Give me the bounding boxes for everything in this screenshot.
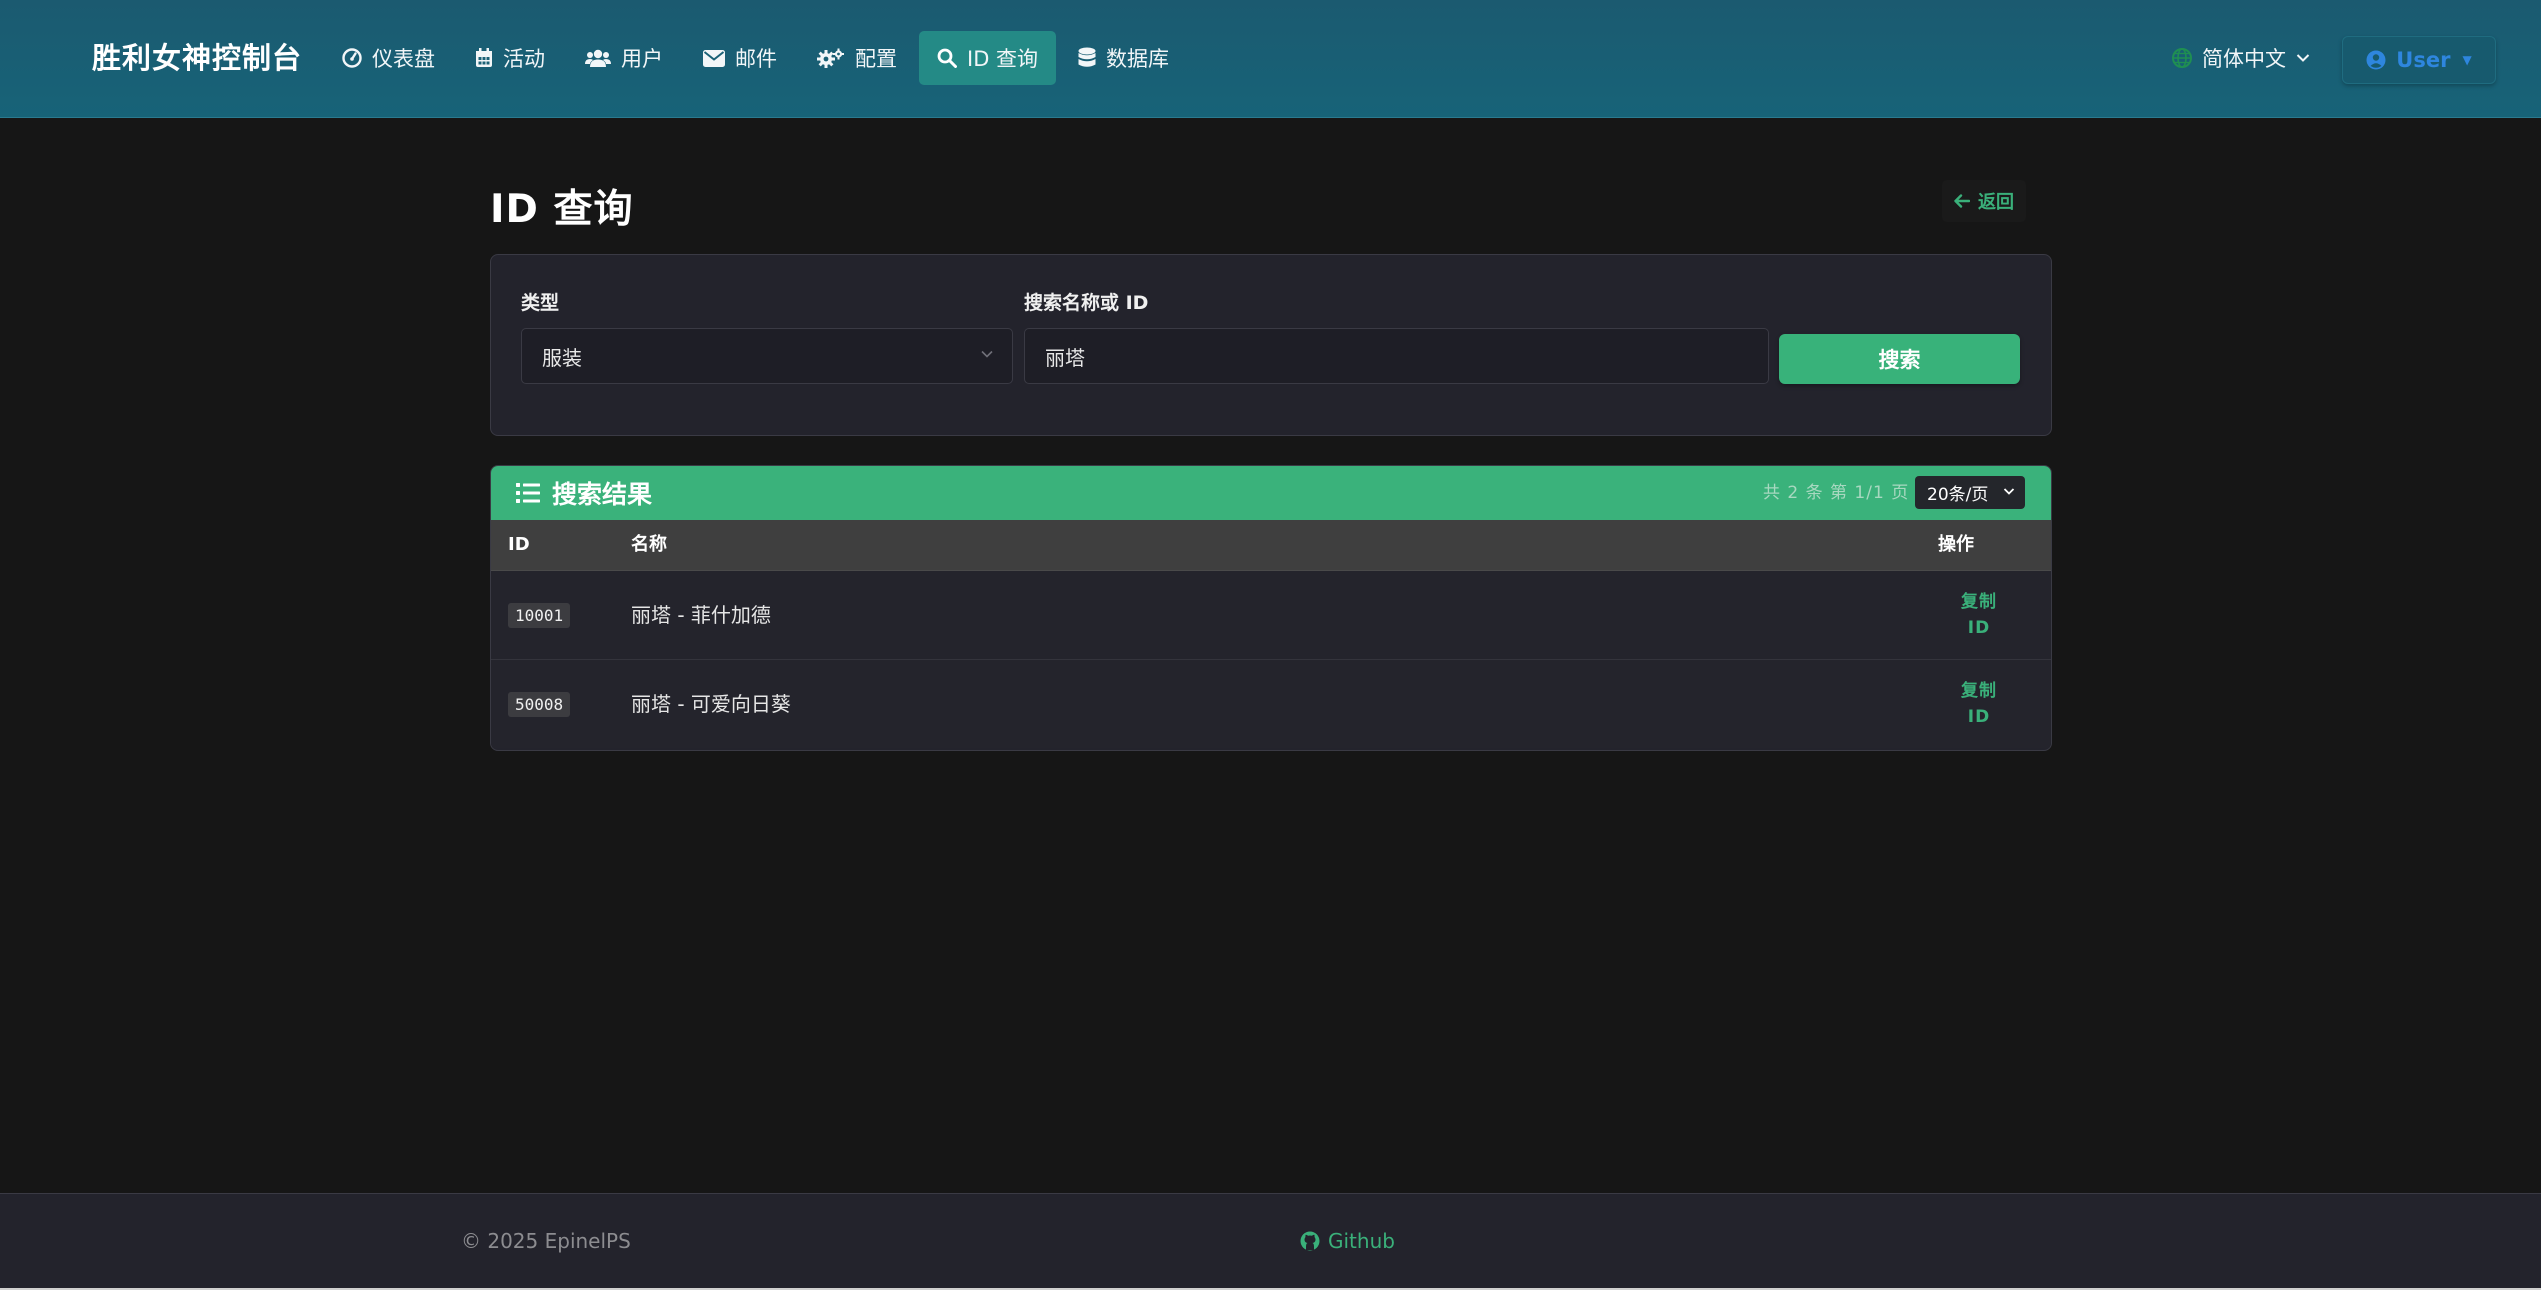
pagination-info: 共 2 条 第 1/1 页 — [1763, 483, 1910, 503]
results-panel: 搜索结果 共 2 条 第 1/1 页 20条/页 ID 名称 操作 10001 … — [490, 465, 2052, 751]
table-row: 50008 丽塔 - 可爱向日葵 复制 ID — [491, 660, 2051, 748]
copy-label-line1: 复制 — [1961, 681, 1997, 701]
column-header-name: 名称 — [631, 534, 667, 555]
search-button[interactable]: 搜索 — [1779, 334, 2020, 384]
nav-item-label: 邮件 — [735, 47, 777, 71]
caret-down-icon: ▼ — [2462, 53, 2472, 67]
nav-item-label: 活动 — [503, 47, 545, 71]
query-label: 搜索名称或 ID — [1024, 292, 1149, 314]
copy-label-line1: 复制 — [1961, 592, 1997, 612]
chevron-down-icon — [980, 349, 994, 359]
results-title: 搜索结果 — [516, 466, 652, 520]
nav-menu: 仪表盘 活动 用户 邮件 配置 ID 查询 数据库 — [324, 31, 1191, 85]
nav-item-dashboard[interactable]: 仪表盘 — [324, 31, 453, 85]
user-menu-button[interactable]: User ▼ — [2342, 36, 2496, 84]
column-header-action: 操作 — [1938, 534, 1974, 555]
nav-item-label: 配置 — [855, 47, 897, 71]
chevron-down-icon — [2296, 53, 2310, 63]
nav-item-mail[interactable]: 邮件 — [685, 31, 795, 85]
footer: © 2025 EpinelPS Github — [0, 1193, 2541, 1290]
globe-icon — [2172, 48, 2192, 68]
item-name: 丽塔 - 菲什加德 — [631, 603, 771, 627]
nav-item-id-lookup[interactable]: ID 查询 — [919, 31, 1057, 85]
github-icon — [1300, 1231, 1320, 1251]
type-label: 类型 — [521, 292, 560, 314]
item-name: 丽塔 - 可爱向日葵 — [631, 692, 791, 716]
nav-item-label: 仪表盘 — [372, 47, 435, 71]
language-selector[interactable]: 简体中文 — [2172, 31, 2310, 85]
brand-title[interactable]: 胜利女神控制台 — [92, 0, 302, 117]
page-size-select[interactable]: 20条/页 — [1915, 476, 2025, 509]
nav-item-users[interactable]: 用户 — [567, 31, 681, 85]
copy-label-line2: ID — [1967, 618, 1991, 638]
user-label: User — [2396, 48, 2451, 72]
copy-label-line2: ID — [1967, 707, 1991, 727]
back-label: 返回 — [1978, 192, 2014, 213]
nav-item-database[interactable]: 数据库 — [1060, 31, 1187, 85]
users-icon — [585, 48, 611, 68]
table-row: 10001 丽塔 - 菲什加德 复制 ID — [491, 571, 2051, 660]
chevron-down-icon — [2003, 487, 2015, 496]
nav-item-label: 数据库 — [1106, 47, 1170, 71]
search-input[interactable] — [1024, 328, 1769, 384]
search-icon — [937, 48, 957, 68]
back-button[interactable]: 返回 — [1942, 180, 2026, 222]
nav-item-activity[interactable]: 活动 — [457, 31, 563, 85]
gears-icon — [817, 48, 845, 68]
dashboard-icon — [342, 48, 362, 68]
nav-item-label: 用户 — [621, 47, 663, 71]
copyright-text: © 2025 EpinelPS — [461, 1229, 631, 1253]
type-select-value: 服装 — [542, 345, 582, 370]
database-icon — [1078, 47, 1096, 69]
user-circle-icon — [2366, 50, 2386, 70]
search-form: 类型 服装 搜索名称或 ID 搜索 — [490, 254, 2052, 436]
id-badge: 10001 — [508, 603, 571, 628]
github-label: Github — [1328, 1229, 1395, 1253]
results-header: 搜索结果 共 2 条 第 1/1 页 20条/页 — [491, 466, 2051, 520]
table-header: ID 名称 操作 — [491, 520, 2051, 571]
id-badge: 50008 — [508, 692, 571, 717]
calendar-icon — [475, 48, 493, 68]
page-title: ID 查询 — [490, 187, 634, 232]
arrow-left-icon — [1954, 194, 1970, 208]
nav-item-config[interactable]: 配置 — [799, 31, 915, 85]
list-icon — [516, 482, 540, 504]
navbar: 胜利女神控制台 仪表盘 活动 用户 邮件 配置 ID 查询 数据库 简体中文 U… — [0, 0, 2541, 118]
page-size-value: 20条/页 — [1927, 485, 1989, 505]
copy-id-button[interactable]: 复制 ID — [1934, 674, 2024, 734]
results-title-text: 搜索结果 — [552, 480, 653, 509]
type-select[interactable]: 服装 — [521, 328, 1013, 384]
language-label: 简体中文 — [2202, 47, 2286, 71]
envelope-icon — [703, 49, 725, 67]
copy-id-button[interactable]: 复制 ID — [1934, 585, 2024, 645]
nav-item-label: ID 查询 — [967, 47, 1039, 71]
github-link[interactable]: Github — [1300, 1194, 1395, 1288]
column-header-id: ID — [508, 534, 530, 555]
